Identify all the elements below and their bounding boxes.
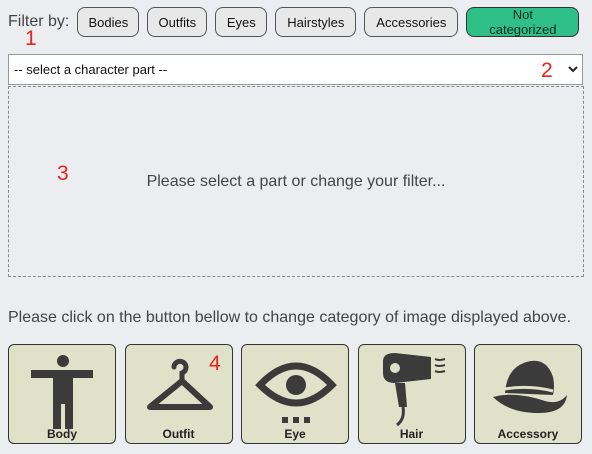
category-accessory-button[interactable]: Accessory (474, 344, 582, 444)
instruction-text: Please click on the button bellow to cha… (8, 309, 572, 326)
filter-accessories-button[interactable]: Accessories (364, 7, 459, 37)
filter-bodies-button[interactable]: Bodies (77, 7, 140, 37)
character-part-select[interactable]: -- select a character part -- (8, 54, 583, 85)
hat-icon (493, 360, 567, 413)
category-hair-button[interactable]: Hair (357, 344, 466, 444)
category-buttons: Body Outfit Eye Hair Accessory (8, 344, 591, 444)
annotation-marker-1: 1 (25, 27, 37, 50)
category-body-button[interactable]: Body (8, 344, 116, 444)
select-value: -- select a character part -- (14, 62, 168, 77)
preview-message: Please select a part or change your filt… (146, 172, 446, 190)
annotation-marker-4: 4 (209, 352, 221, 375)
annotation-marker-3: 3 (57, 162, 69, 185)
annotation-marker-2: 2 (541, 59, 553, 82)
filter-outfits-button[interactable]: Outfits (147, 7, 208, 37)
hair-dryer-icon (382, 353, 445, 427)
category-outfit-label: Outfit (162, 427, 195, 441)
category-hair-label: Hair (399, 427, 424, 441)
category-accessory-label: Accessory (497, 427, 559, 441)
filter-not-categorized-button[interactable]: Not categorized (466, 7, 580, 37)
eye-icon (255, 362, 337, 423)
category-eye-button[interactable]: Eye (241, 344, 349, 444)
chevron-down-icon (568, 62, 578, 76)
body-icon (31, 355, 93, 429)
filter-bar: Filter by: Bodies Outfits Eyes Hairstyle… (8, 6, 587, 38)
filter-label: Filter by: (8, 13, 70, 30)
filter-hairstyles-button[interactable]: Hairstyles (275, 7, 357, 37)
filter-eyes-button[interactable]: Eyes (215, 7, 268, 37)
category-eye-label: Eye (284, 427, 306, 441)
image-preview-area: Please select a part or change your filt… (8, 86, 584, 277)
category-body-label: Body (47, 427, 77, 441)
